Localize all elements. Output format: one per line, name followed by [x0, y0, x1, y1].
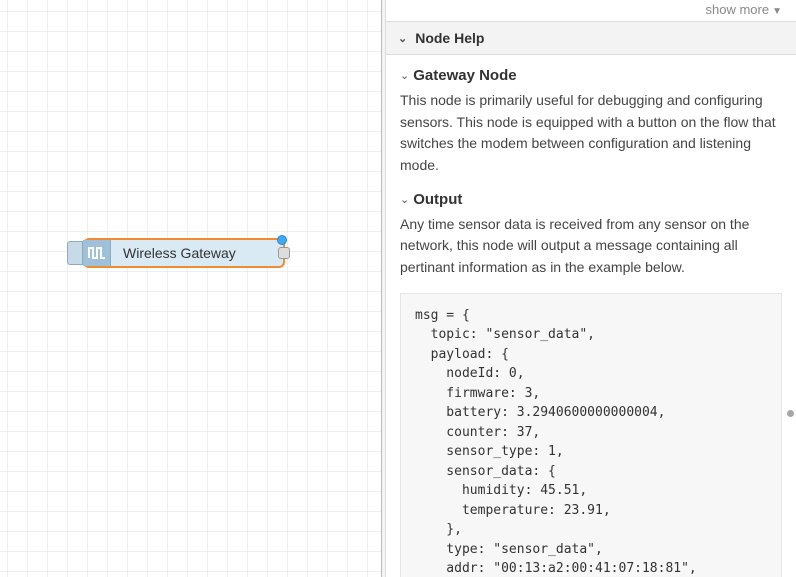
heading-text: Output	[413, 191, 462, 208]
gateway-node-heading[interactable]: ⌄ Gateway Node	[400, 67, 782, 84]
show-more-link[interactable]: show more▼	[386, 0, 796, 21]
help-content[interactable]: ⌄ Gateway Node This node is primarily us…	[386, 55, 796, 577]
heading-text: Gateway Node	[413, 67, 516, 84]
output-description: Any time sensor data is received from an…	[400, 214, 782, 279]
chevron-down-icon: ⌄	[400, 69, 409, 82]
gateway-node-description: This node is primarily useful for debugg…	[400, 90, 782, 177]
section-header-label: Node Help	[415, 30, 484, 46]
signal-icon	[83, 240, 111, 266]
node-changed-indicator	[277, 235, 287, 245]
code-example: msg = { topic: "sensor_data", payload: {…	[400, 293, 782, 577]
chevron-down-icon: ⌄	[400, 193, 409, 206]
scrollbar-thumb[interactable]	[787, 410, 794, 417]
node-activate-button[interactable]	[67, 241, 83, 265]
chevron-down-icon: ⌄	[398, 32, 407, 45]
wireless-gateway-node[interactable]: Wireless Gateway	[83, 238, 285, 268]
show-more-label: show more	[706, 2, 770, 17]
node-label: Wireless Gateway	[111, 245, 236, 261]
sidebar-panel: show more▼ ⌄ Node Help ⌄ Gateway Node Th…	[386, 0, 796, 577]
flow-canvas[interactable]: Wireless Gateway	[0, 0, 382, 577]
caret-down-icon: ▼	[772, 6, 782, 17]
node-output-port[interactable]	[278, 247, 290, 259]
node-help-header[interactable]: ⌄ Node Help	[386, 21, 796, 55]
output-heading[interactable]: ⌄ Output	[400, 191, 782, 208]
